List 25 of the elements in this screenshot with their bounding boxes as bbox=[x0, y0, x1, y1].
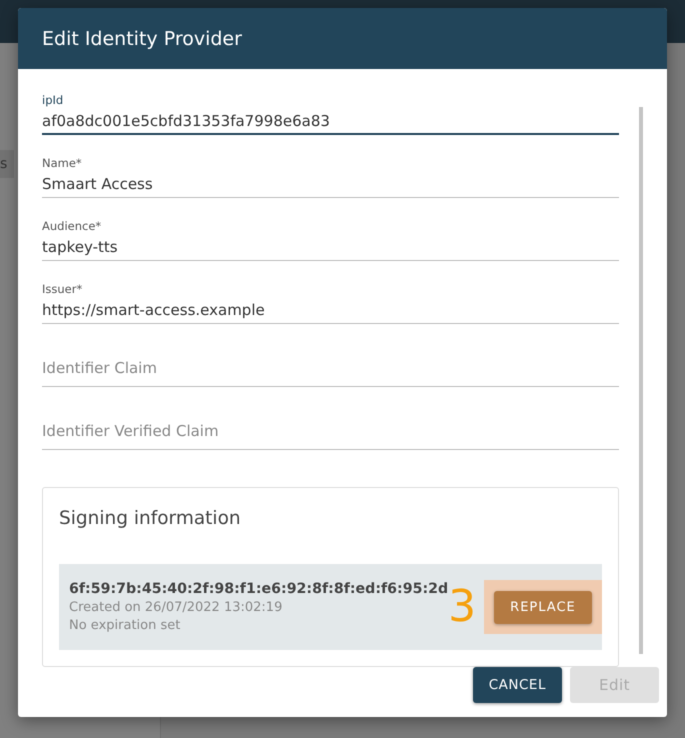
dialog-title: Edit Identity Provider bbox=[42, 28, 242, 50]
field-value: https://smart-access.example bbox=[42, 301, 265, 320]
field-value: tapkey-tts bbox=[42, 238, 118, 256]
text-field[interactable]: Identifier Verified Claim bbox=[42, 408, 619, 450]
fingerprint-text: 6f:59:7b:45:40:2f:98:f1:e6:92:8f:8f:ed:f6:95:2d bbox=[69, 581, 448, 598]
field-value: af0a8dc001e5cbfd31353fa7998e6a83 bbox=[42, 112, 330, 130]
text-field[interactable]: Name* Smaart Access bbox=[42, 156, 619, 198]
text-field[interactable]: Audience* tapkey-tts bbox=[42, 219, 619, 262]
field-placeholder: Identifier Verified Claim bbox=[42, 422, 219, 440]
created-date: Created on 26/07/2022 13:02:19 bbox=[69, 600, 284, 616]
field-label: Name* bbox=[42, 156, 82, 170]
card-title: Signing information bbox=[59, 508, 241, 530]
expiration-text: No expiration set bbox=[69, 618, 182, 634]
field-label: Audience* bbox=[42, 219, 102, 234]
field-placeholder: Identifier Claim bbox=[42, 359, 157, 378]
scrollbar[interactable] bbox=[638, 107, 643, 654]
cancel-button[interactable]: CANCEL bbox=[472, 667, 562, 704]
annotation-number: 3 bbox=[448, 585, 476, 630]
text-field[interactable]: Identifier Claim bbox=[42, 345, 619, 388]
field-label: ipId bbox=[42, 93, 64, 108]
replace-button[interactable]: REPLACE bbox=[494, 590, 592, 624]
field-value: Smaart Access bbox=[42, 175, 153, 194]
text-field[interactable]: ipId af0a8dc001e5cbfd31353fa7998e6a83 bbox=[42, 93, 619, 136]
field-label: Issuer* bbox=[42, 282, 82, 296]
text-field[interactable]: Issuer* https://smart-access.example bbox=[42, 282, 619, 324]
